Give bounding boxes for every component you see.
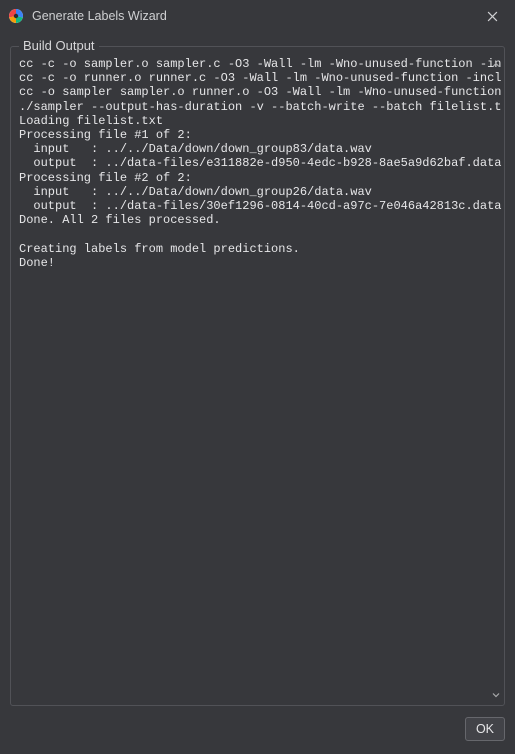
client-area: Build Output cc -c -o sampler.o sampler.…	[0, 32, 515, 754]
scroll-up-button[interactable]	[489, 57, 503, 73]
close-button[interactable]	[470, 0, 515, 32]
window-title: Generate Labels Wizard	[32, 9, 470, 23]
close-icon	[487, 11, 498, 22]
group-label: Build Output	[19, 38, 99, 53]
ok-button[interactable]: OK	[465, 717, 505, 741]
dialog-window: Generate Labels Wizard Build Output cc -…	[0, 0, 515, 754]
chevron-up-icon	[492, 61, 500, 69]
scroll-down-button[interactable]	[489, 687, 503, 703]
vertical-scrollbar[interactable]	[489, 57, 503, 703]
build-output-group: Build Output cc -c -o sampler.o sampler.…	[10, 46, 505, 706]
titlebar: Generate Labels Wizard	[0, 0, 515, 32]
dialog-footer: OK	[10, 706, 505, 744]
app-icon	[8, 8, 24, 24]
output-viewport: cc -c -o sampler.o sampler.c -O3 -Wall -…	[13, 57, 502, 703]
chevron-down-icon	[492, 691, 500, 699]
build-output-text[interactable]: cc -c -o sampler.o sampler.c -O3 -Wall -…	[13, 57, 502, 703]
